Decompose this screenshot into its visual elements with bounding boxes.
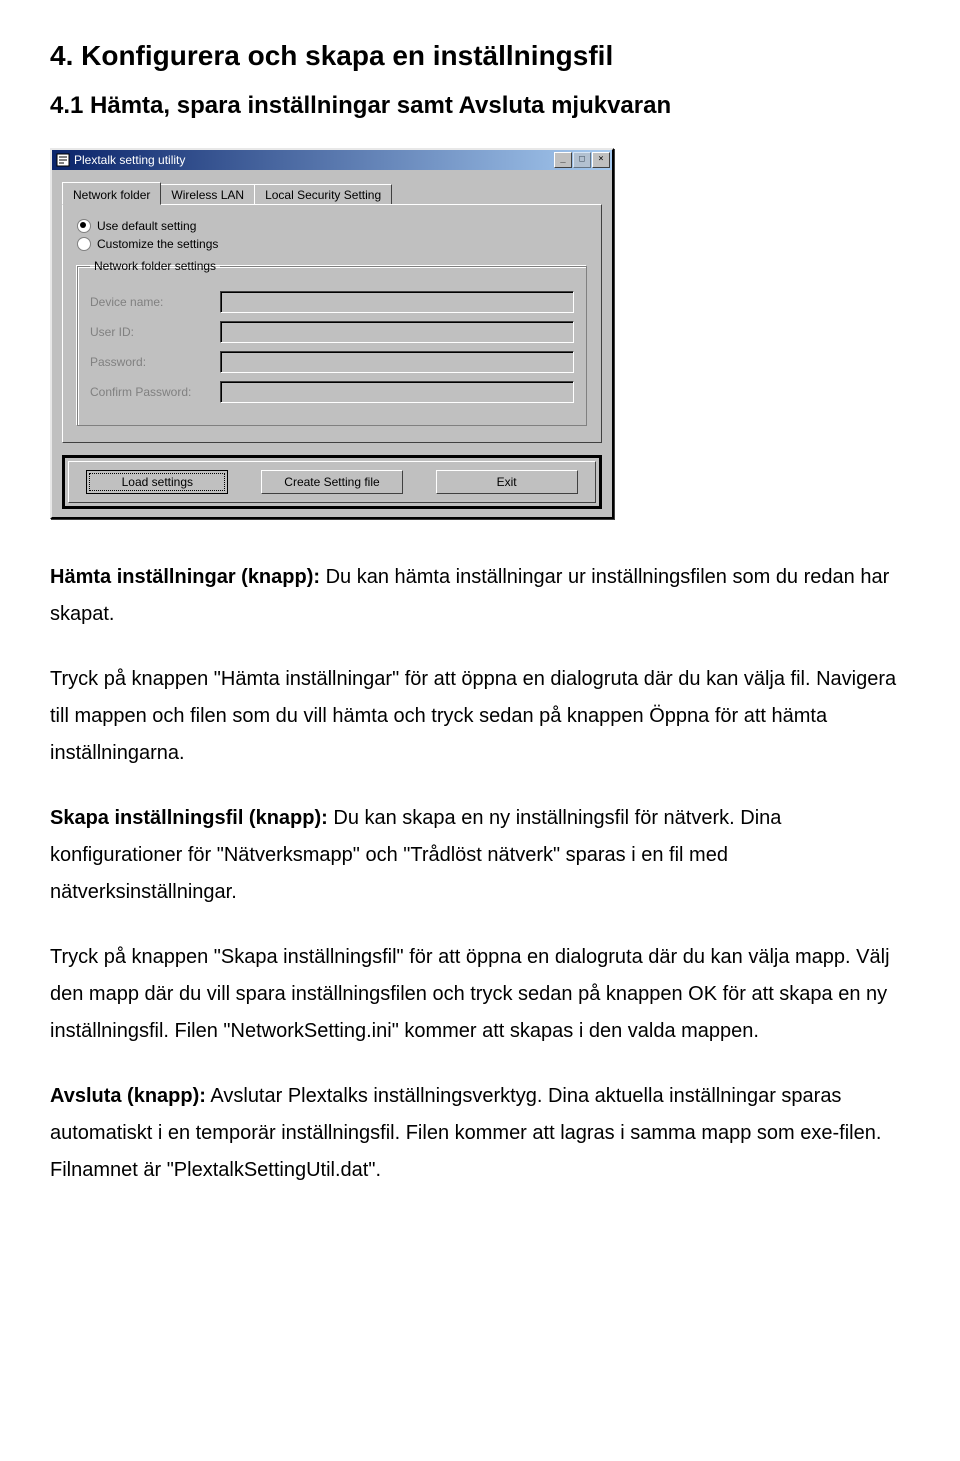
input-user-id[interactable] [220, 321, 574, 343]
network-folder-groupbox: Network folder settings Device name: Use… [77, 259, 587, 426]
label-password: Password: [90, 355, 220, 369]
paragraph-load: Hämta inställningar (knapp): Du kan hämt… [50, 559, 910, 633]
close-button[interactable]: × [592, 152, 610, 168]
paragraph-exit: Avsluta (knapp): Avslutar Plextalks inst… [50, 1078, 910, 1189]
bold-label: Hämta inställningar (knapp): [50, 566, 320, 588]
tab-wireless-lan[interactable]: Wireless LAN [160, 184, 255, 204]
paragraph-create-instructions: Tryck på knappen "Skapa inställningsfil"… [50, 939, 910, 1050]
bold-label: Skapa inställningsfil (knapp): [50, 807, 328, 829]
maximize-button[interactable]: □ [573, 152, 591, 168]
label-device-name: Device name: [90, 295, 220, 309]
bold-label: Avsluta (knapp): [50, 1085, 206, 1107]
tab-strip: Network folder Wireless LAN Local Securi… [62, 182, 602, 204]
radio-use-default[interactable]: Use default setting [77, 219, 587, 233]
titlebar: Plextalk setting utility _ □ × [52, 150, 612, 170]
tab-network-folder[interactable]: Network folder [62, 182, 161, 205]
exit-button[interactable]: Exit [436, 470, 578, 494]
button-row-highlight: Load settings Create Setting file Exit [62, 455, 602, 509]
app-icon [56, 153, 70, 167]
app-window: Plextalk setting utility _ □ × Network f… [50, 148, 614, 519]
section-title: 4. Konfigurera och skapa en inställnings… [50, 40, 910, 72]
input-device-name[interactable] [220, 291, 574, 313]
input-confirm-password[interactable] [220, 381, 574, 403]
radio-icon [77, 237, 91, 251]
paragraph-create: Skapa inställningsfil (knapp): Du kan sk… [50, 800, 910, 911]
window-title: Plextalk setting utility [74, 153, 554, 167]
radio-icon [77, 219, 91, 233]
radio-label: Use default setting [97, 219, 196, 233]
label-user-id: User ID: [90, 325, 220, 339]
load-settings-button[interactable]: Load settings [86, 470, 228, 494]
radio-customize[interactable]: Customize the settings [77, 237, 587, 251]
label-confirm-password: Confirm Password: [90, 385, 220, 399]
groupbox-legend: Network folder settings [90, 259, 220, 273]
tab-local-security[interactable]: Local Security Setting [254, 184, 392, 204]
create-setting-file-button[interactable]: Create Setting file [261, 470, 403, 494]
paragraph-load-instructions: Tryck på knappen "Hämta inställningar" f… [50, 661, 910, 772]
minimize-button[interactable]: _ [554, 152, 572, 168]
tab-pane: Use default setting Customize the settin… [62, 204, 602, 443]
radio-label: Customize the settings [97, 237, 218, 251]
subsection-title: 4.1 Hämta, spara inställningar samt Avsl… [50, 92, 910, 120]
input-password[interactable] [220, 351, 574, 373]
body-text: Hämta inställningar (knapp): Du kan hämt… [50, 559, 910, 1189]
